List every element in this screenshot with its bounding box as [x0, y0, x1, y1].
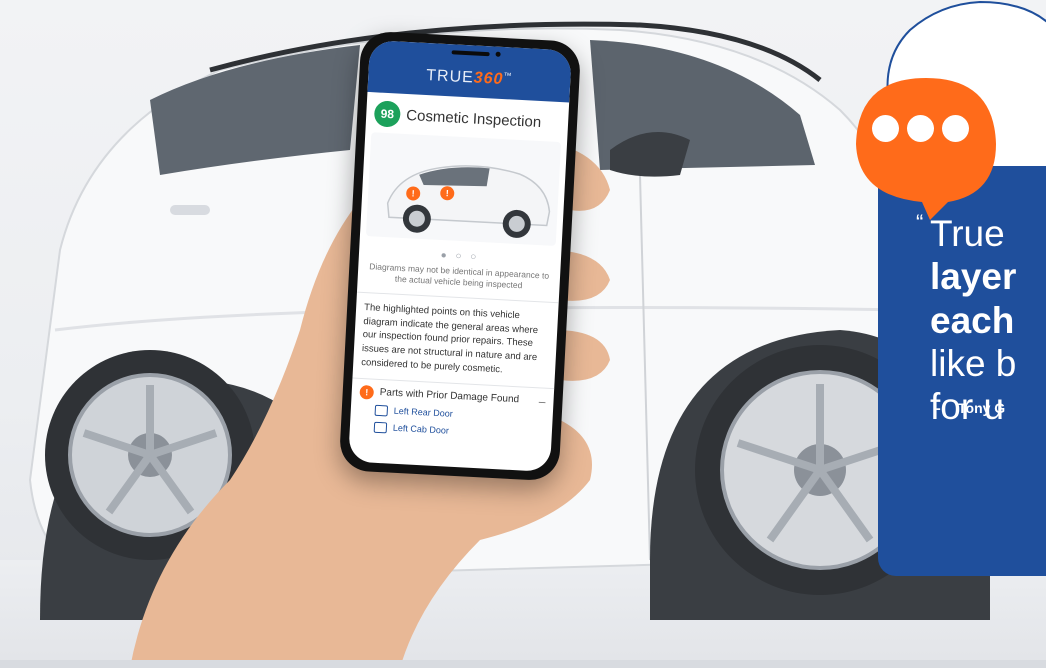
- brand-trademark: ™: [503, 71, 513, 81]
- brand-prefix: TRUE: [425, 66, 475, 87]
- brand-logo: TRUE360™: [368, 64, 571, 93]
- score-badge: 98: [373, 100, 401, 128]
- car-part-icon: [373, 421, 388, 434]
- inspection-title: Cosmetic Inspection: [405, 106, 542, 131]
- quote-line: layer: [930, 256, 1017, 298]
- speaker-notch: [451, 50, 490, 57]
- camera-dot: [495, 51, 501, 57]
- diagram-car-image: [386, 165, 551, 238]
- quote-line: each: [930, 299, 1015, 341]
- quote-line: like b: [930, 342, 1017, 384]
- hero-scene: TRUE360™ 98 Cosmetic Inspection ! ! ● ○ …: [0, 0, 1046, 668]
- footer-rule: [0, 660, 1046, 668]
- part-label: Left Cab Door: [392, 422, 450, 436]
- warning-icon: !: [359, 384, 375, 400]
- inspection-summary: The highlighted points on this vehicle d…: [361, 302, 539, 376]
- testimonial-author: Tony G: [958, 400, 1006, 416]
- dot: [942, 114, 969, 142]
- quote-mark: “: [916, 210, 924, 235]
- quote-line: True: [930, 213, 1005, 254]
- dot: [872, 114, 899, 142]
- car-part-icon: [374, 404, 389, 417]
- phone-device: TRUE360™ 98 Cosmetic Inspection ! ! ● ○ …: [338, 30, 582, 482]
- testimonial-quote: “ True layer each like b for u: [916, 210, 1046, 428]
- typing-dots: [872, 110, 982, 146]
- attribution-dash: -: [936, 400, 941, 416]
- phone-screen: TRUE360™ 98 Cosmetic Inspection ! ! ● ○ …: [348, 40, 572, 472]
- chat-bubble-icon: [856, 78, 996, 220]
- dot: [907, 114, 934, 142]
- part-label: Left Rear Door: [393, 406, 454, 420]
- brand-accent: 360: [473, 69, 504, 89]
- vehicle-diagram[interactable]: ! !: [365, 132, 562, 246]
- collapse-icon[interactable]: –: [538, 394, 545, 408]
- app-header: TRUE360™: [367, 40, 572, 103]
